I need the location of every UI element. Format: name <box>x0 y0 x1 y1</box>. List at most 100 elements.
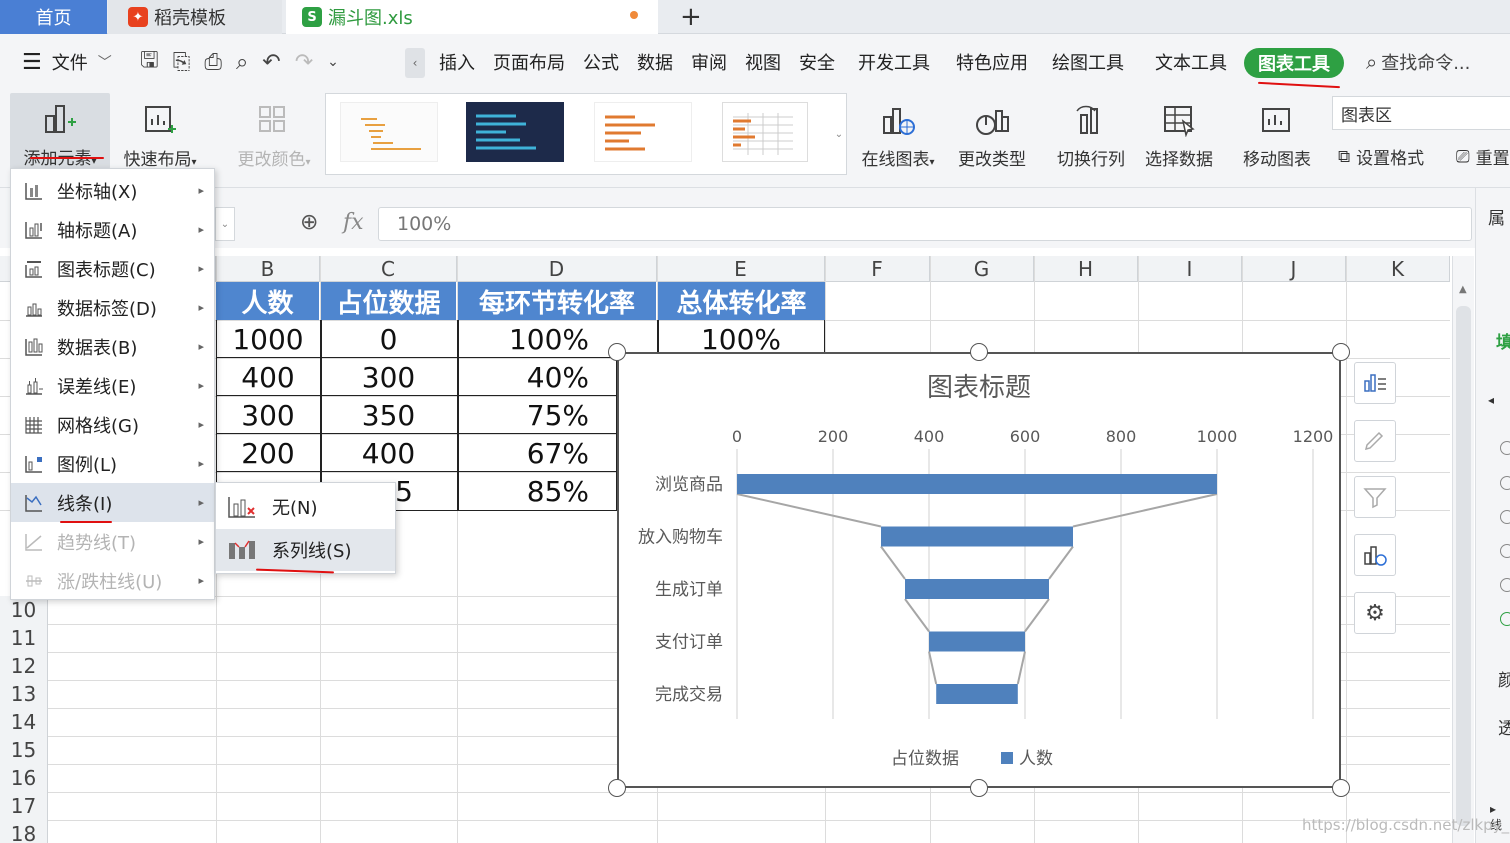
file-menu-button[interactable]: ☰ 文件 ﹀ <box>22 34 112 90</box>
switch-rowcol-button[interactable]: 切换行列 <box>1048 90 1134 170</box>
menu-text-tools[interactable]: 文本工具 <box>1155 34 1227 90</box>
row-header[interactable]: 12 <box>0 652 48 680</box>
select-data-button[interactable]: 选择数据 <box>1138 90 1220 170</box>
menu-item-axis-title[interactable]: 轴标题(A) ▸ <box>11 210 214 249</box>
col-header-b[interactable]: B <box>216 256 320 282</box>
undo-icon[interactable]: ↶ <box>262 50 280 75</box>
row-header[interactable]: 11 <box>0 624 48 652</box>
tab-template[interactable]: ✦ 稻壳模板 <box>108 0 282 34</box>
col-header-i[interactable]: I <box>1138 256 1242 282</box>
col-header-k[interactable]: K <box>1346 256 1450 282</box>
tab-file[interactable]: S 漏斗图.xls <box>286 0 658 34</box>
chart-style-2[interactable] <box>466 102 564 162</box>
zoom-icon[interactable]: ⊕ <box>300 210 318 235</box>
menu-data[interactable]: 数据 <box>637 34 673 90</box>
chart-filter-button[interactable] <box>1354 476 1396 518</box>
new-tab-button[interactable]: + <box>680 0 702 34</box>
change-color-button[interactable]: 更改颜色▾ <box>226 90 322 170</box>
chart-style-button[interactable] <box>1354 420 1396 462</box>
menu-insert[interactable]: 插入 <box>439 34 475 90</box>
menu-chart-tools[interactable]: 图表工具 <box>1244 48 1344 78</box>
row-header[interactable]: 13 <box>0 680 48 708</box>
menu-drawing-tools[interactable]: 绘图工具 <box>1052 34 1124 90</box>
chart-area[interactable]: 图表标题 0 200 400 600 800 1000 1200 浏览商品 放入购物车 生成订单 支付… <box>617 352 1341 788</box>
expand-icon[interactable]: ◂ <box>1488 393 1494 407</box>
vertical-scrollbar[interactable]: ▲ <box>1452 256 1474 843</box>
resize-handle[interactable] <box>608 343 626 361</box>
table-header-cell[interactable]: 占位数据 <box>321 282 457 320</box>
print-icon[interactable]: ⎙ <box>204 50 222 75</box>
fx-icon[interactable]: fx <box>343 210 364 235</box>
table-cell[interactable]: 400 <box>320 434 457 472</box>
online-chart-side-button[interactable] <box>1354 534 1396 576</box>
row-header[interactable]: 14 <box>0 708 48 736</box>
menu-item-data-table[interactable]: 数据表(B) ▸ <box>11 327 214 366</box>
col-header-e[interactable]: E <box>657 256 825 282</box>
menu-item-gridline[interactable]: 网格线(G) ▸ <box>11 405 214 444</box>
submenu-item-none[interactable]: 无(N) <box>216 486 395 528</box>
menu-special[interactable]: 特色应用 <box>956 34 1028 90</box>
menu-developer[interactable]: 开发工具 <box>858 34 930 90</box>
menu-item-data-label[interactable]: 数据标签(D) ▸ <box>11 288 214 327</box>
chart-element-selector[interactable]: 图表区 <box>1332 96 1510 130</box>
row-header[interactable]: 16 <box>0 764 48 792</box>
menu-item-lines[interactable]: 线条(I) ▸ <box>11 483 214 522</box>
col-header-d[interactable]: D <box>457 256 657 282</box>
menu-item-trendline[interactable]: 趋势线(T) ▸ <box>11 522 214 561</box>
resize-handle[interactable] <box>1332 343 1350 361</box>
resize-handle[interactable] <box>970 779 988 797</box>
radio-option[interactable] <box>1500 544 1510 558</box>
menu-item-updown-bar[interactable]: 涨/跌柱线(U) ▸ <box>11 561 214 600</box>
menu-item-axis[interactable]: 坐标轴(X) ▸ <box>11 171 214 210</box>
resize-handle[interactable] <box>970 343 988 361</box>
online-chart-button[interactable]: 在线图表▾ <box>850 90 946 170</box>
radio-option[interactable] <box>1500 510 1510 524</box>
menu-security[interactable]: 安全 <box>799 34 835 90</box>
menu-review[interactable]: 审阅 <box>691 34 727 90</box>
scroll-left-button[interactable]: ‹ <box>405 48 425 78</box>
menu-item-legend[interactable]: 图例(L) ▸ <box>11 444 214 483</box>
move-chart-button[interactable]: 移动图表 <box>1236 90 1318 170</box>
scroll-thumb[interactable] <box>1456 306 1471 826</box>
radio-option[interactable] <box>1500 476 1510 490</box>
table-cell[interactable]: 400 <box>216 358 320 396</box>
formula-input[interactable]: 100% <box>378 207 1472 241</box>
chart-style-1[interactable] <box>340 102 438 162</box>
menu-page-layout[interactable]: 页面布局 <box>493 34 565 90</box>
row-header[interactable]: 18 <box>0 820 48 843</box>
table-header-cell[interactable]: 总体转化率 <box>658 282 825 320</box>
submenu-item-series-line[interactable]: 系列线(S) <box>216 529 395 571</box>
row-header[interactable]: 15 <box>0 736 48 764</box>
menu-item-chart-title[interactable]: 图表标题(C) ▸ <box>11 249 214 288</box>
row-header[interactable]: 10 <box>0 596 48 624</box>
chart-settings-button[interactable]: ⚙ <box>1354 592 1396 634</box>
set-format-button[interactable]: ⧉ 设置格式 <box>1338 144 1424 170</box>
chart-elements-button[interactable] <box>1354 362 1396 404</box>
gallery-more-icon[interactable]: ⌄ <box>832 94 846 174</box>
redo-icon[interactable]: ↷ <box>295 50 313 75</box>
scroll-up-icon[interactable]: ▲ <box>1459 284 1467 295</box>
radio-option[interactable] <box>1500 578 1510 592</box>
col-header-j[interactable]: J <box>1242 256 1346 282</box>
table-cell[interactable]: 1000 <box>216 320 320 358</box>
col-header-c[interactable]: C <box>320 256 457 282</box>
more-icon[interactable]: ⌄ <box>327 54 339 70</box>
resize-handle[interactable] <box>608 779 626 797</box>
save-icon[interactable]: 🖫 <box>140 43 159 81</box>
change-type-button[interactable]: 更改类型 <box>950 90 1034 170</box>
menu-item-error-bar[interactable]: 误差线(E) ▸ <box>11 366 214 405</box>
tab-home[interactable]: 首页 <box>0 0 107 34</box>
table-header-cell[interactable]: 每环节转化率 <box>458 282 657 320</box>
col-header-f[interactable]: F <box>825 256 930 282</box>
quick-layout-button[interactable]: 快速布局▾ <box>112 90 208 170</box>
name-box-dropdown[interactable]: ⌄ <box>215 207 235 241</box>
table-header-cell[interactable]: 人数 <box>216 282 320 320</box>
chart-style-3[interactable] <box>594 102 692 162</box>
resize-handle[interactable] <box>1332 779 1350 797</box>
table-cell[interactable]: 300 <box>320 358 457 396</box>
fill-tab[interactable]: 填 <box>1496 328 1510 353</box>
col-header-h[interactable]: H <box>1034 256 1138 282</box>
col-header-g[interactable]: G <box>930 256 1034 282</box>
reset-button[interactable]: ⎚ 重置 <box>1456 144 1510 170</box>
print-preview-icon[interactable]: ⌕ <box>236 50 248 75</box>
